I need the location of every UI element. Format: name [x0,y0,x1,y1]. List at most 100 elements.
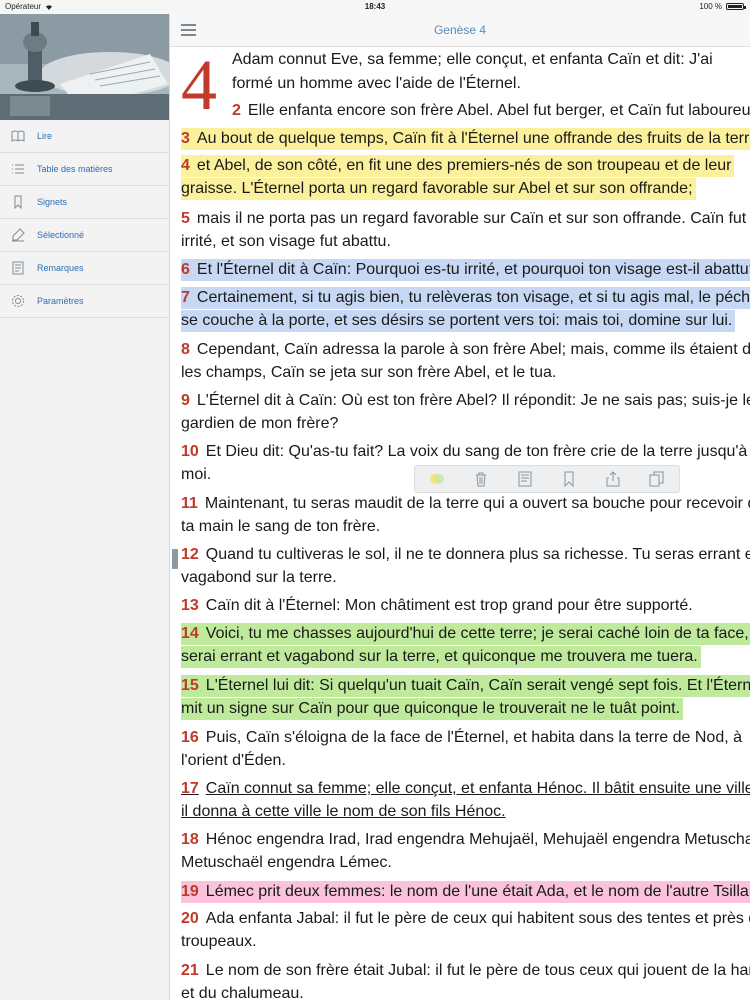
verse-text: et Abel, de son côté, en fit une des pre… [196,157,732,174]
highlighter-icon [10,227,26,243]
sidebar-item-table-des-matieres[interactable]: Table des matières [0,153,169,186]
sidebar-menu: Lire Table des matières Signets Sélectio… [0,120,169,318]
verse-number: 11 [181,495,198,512]
verse-text: L'Éternel lui dit: Si quelqu'un tuait Ca… [205,677,750,694]
verse-15[interactable]: 15 L'Éternel lui dit: Si quelqu'un tuait … [181,675,750,697]
verse-6[interactable]: 6 Et l'Éternel dit à Caïn: Pourquoi es-tu… [181,259,750,281]
verse-21-line-2[interactable]: et du chalumeau. [181,983,307,1000]
verse-text: Quand tu cultiveras le sol, il ne te don… [205,546,750,563]
sidebar-item-label: Table des matières [37,164,113,174]
verse-text: Maintenant, tu seras maudit de la terre … [204,495,750,512]
verse-10[interactable]: 10 Et Dieu dit: Qu'as-tu fait? La voix du… [181,441,750,463]
battery-icon [726,3,746,10]
book-icon [10,128,26,144]
verse-5[interactable]: 5 mais il ne porta pas un regard favorabl… [181,208,750,230]
verse-number: 3 [181,130,190,147]
sidebar-item-label: Sélectionné [37,230,85,240]
verse-text: Voici, tu me chasses aujourd'hui de cett… [205,625,750,642]
verse-14-line-2[interactable]: serai errant et vagabond sur la terre, e… [181,646,701,668]
verse-12-line-2[interactable]: vagabond sur la terre. [181,567,340,589]
verse-16-line-2[interactable]: l'orient d'Éden. [181,750,289,772]
verse-18-line-2[interactable]: Metuschaël engendra Lémec. [181,852,395,874]
sidebar-item-remarques[interactable]: Remarques [0,252,169,285]
verse-13[interactable]: 13 Caïn dit à l'Éternel: Mon châtiment es… [181,595,696,617]
verse-number: 5 [181,210,190,227]
verse-7[interactable]: 7 Certainement, si tu agis bien, tu relèv… [181,287,750,309]
verse-11-line-2[interactable]: ta main le sang de ton frère. [181,516,383,538]
verse-number: 19 [181,883,199,900]
verse-9[interactable]: 9 L'Éternel dit à Caïn: Où est ton frère … [181,390,750,412]
verse-1-line-2[interactable]: formé un homme avec l'aide de l'Éternel. [232,73,524,95]
battery-percent: 100 % [699,2,722,11]
verse-text: Elle enfanta encore son frère Abel. Abel… [247,102,750,119]
navigation-bar: Genèse 4 [170,14,750,47]
chapter-dropcap: 4 [181,47,217,125]
bookmark-icon[interactable] [558,468,580,490]
verse-19[interactable]: 19 Lémec prit deux femmes: le nom de l'un… [181,881,750,903]
verse-17[interactable]: 17 Caïn connut sa femme; elle conçut, et … [181,778,750,800]
verse-10-line-2[interactable]: moi. [181,464,214,486]
bookmark-icon [10,194,26,210]
battery-group: 100 % [699,2,746,11]
verse-text: Ada enfanta Jabal: il fut le père de ceu… [205,910,750,927]
status-bar: Opérateur 18:43 100 % [0,0,750,14]
verse-number: 15 [181,677,199,694]
verse-text: Le nom de son frère était Jubal: il fut … [205,962,750,979]
share-icon[interactable] [602,468,624,490]
verse-20-line-2[interactable]: troupeaux. [181,931,260,953]
verse-number: 12 [181,546,199,563]
copy-icon[interactable] [646,468,668,490]
chapter-text: 4 Adam connut Eve, sa femme; elle conçut… [170,47,750,1000]
sidebar-artwork [0,14,169,120]
verse-text: Lémec prit deux femmes: le nom de l'une … [205,883,750,900]
verse-20[interactable]: 20 Ada enfanta Jabal: il fut le père de c… [181,908,750,930]
verse-7-line-2[interactable]: se couche à la porte, et ses désirs se p… [181,310,736,332]
verse-17-line-2[interactable]: il donna à cette ville le nom de son fil… [181,801,509,823]
verse-number: 7 [181,289,190,306]
verse-text: L'Éternel dit à Caïn: Où est ton frère A… [196,392,750,409]
verse-number: 4 [181,157,190,174]
margin-handle[interactable] [172,549,178,569]
gear-icon [10,293,26,309]
verse-number: 17 [181,780,199,797]
verse-11[interactable]: 11 Maintenant, tu seras maudit de la terr… [181,493,750,515]
verse-15-line-2[interactable]: mit un signe sur Caïn pour que quiconque… [181,698,683,720]
verse-4-line-2[interactable]: graisse. L'Éternel porta un regard favor… [181,178,696,200]
verse-number: 16 [181,729,199,746]
verse-14[interactable]: 14 Voici, tu me chasses aujourd'hui de ce… [181,623,750,645]
verse-text: Caïn dit à l'Éternel: Mon châtiment est … [205,597,693,614]
sidebar-item-label: Remarques [37,263,84,273]
color-picker-icon[interactable] [426,468,448,490]
verse-18[interactable]: 18 Hénoc engendra Irad, Irad engendra Meh… [181,829,750,851]
verse-text: Caïn connut sa femme; elle conçut, et en… [205,780,750,797]
trash-icon[interactable] [470,468,492,490]
page-title: Genèse 4 [433,23,487,37]
verse-8[interactable]: 8 Cependant, Caïn adressa la parole à son… [181,339,750,361]
verse-text: Et Dieu dit: Qu'as-tu fait? La voix du s… [205,443,748,460]
verse-9-line-2[interactable]: gardien de mon frère? [181,413,341,435]
verse-text: Puis, Caïn s'éloigna de la face de l'Éte… [205,729,743,746]
sidebar-item-selectionne[interactable]: Sélectionné [0,219,169,252]
verse-4[interactable]: 4 et Abel, de son côté, en fit une des pr… [181,155,735,177]
list-icon [10,161,26,177]
verse-16[interactable]: 16 Puis, Caïn s'éloigna de la face de l'É… [181,727,745,749]
verse-number: 21 [181,962,199,979]
verse-1-line-1[interactable]: Adam connut Eve, sa femme; elle conçut, … [232,49,716,71]
sidebar-item-label: Signets [37,197,68,207]
verse-number: 6 [181,261,190,278]
verse-21[interactable]: 21 Le nom de son frère était Jubal: il fu… [181,960,750,982]
verse-2[interactable]: 2 Elle enfanta encore son frère Abel. Abe… [232,100,750,122]
verse-3[interactable]: 3 Au bout de quelque temps, Caïn fit à l'… [181,128,750,150]
verse-12[interactable]: 12 Quand tu cultiveras le sol, il ne te d… [181,544,750,566]
verse-number: 13 [181,597,199,614]
sidebar-item-signets[interactable]: Signets [0,186,169,219]
verse-5-line-2[interactable]: irrité, et son visage fut abattu. [181,231,394,253]
verse-text: Hénoc engendra Irad, Irad engendra Mehuj… [205,831,750,848]
verse-number: 2 [232,102,241,119]
verse-text: Au bout de quelque temps, Caïn fit à l'É… [196,130,750,147]
sidebar: Lire Table des matières Signets Sélectio… [0,14,170,1000]
verse-8-line-2[interactable]: les champs, Caïn se jeta sur son frère A… [181,362,559,384]
sidebar-item-parametres[interactable]: Paramètres [0,285,169,318]
note-icon[interactable] [514,468,536,490]
sidebar-item-lire[interactable]: Lire [0,120,169,153]
